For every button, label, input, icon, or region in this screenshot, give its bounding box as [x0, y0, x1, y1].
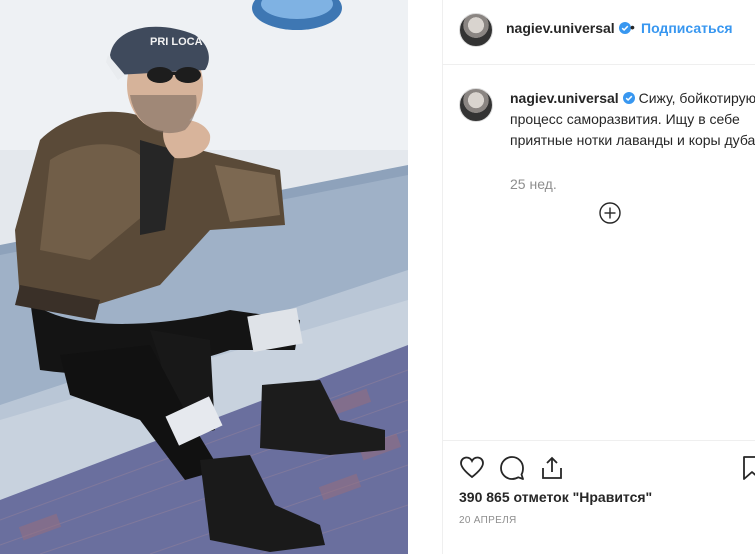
comment-icon[interactable]: [499, 455, 525, 481]
caption-author-avatar[interactable]: [459, 88, 493, 122]
verified-badge-icon: [618, 22, 631, 34]
bookmark-icon[interactable]: [739, 455, 755, 481]
verified-badge-icon: [622, 92, 635, 104]
post-side-panel: nagiev.universal • Подписаться nagiev.un…: [442, 0, 755, 554]
follow-button[interactable]: Подписаться: [641, 20, 733, 36]
post-actions: 390 865 отметок "Нравится" 20 АПРЕЛЯ: [443, 440, 755, 554]
caption-time-ago[interactable]: 25 нед.: [510, 176, 557, 192]
likes-count[interactable]: 390 865 отметок "Нравится": [459, 489, 652, 505]
cap-text: PRI LOCA: [150, 36, 203, 48]
share-icon[interactable]: [539, 455, 565, 481]
author-username[interactable]: nagiev.universal: [506, 20, 615, 36]
post-date[interactable]: 20 АПРЕЛЯ: [459, 515, 516, 526]
header-separator: •: [630, 19, 635, 35]
plus-circle-icon[interactable]: [599, 202, 621, 224]
heart-icon[interactable]: [459, 455, 485, 481]
author-username-row[interactable]: nagiev.universal: [506, 20, 631, 36]
post-photo[interactable]: PRI LOCA: [0, 0, 408, 554]
post-header: nagiev.universal • Подписаться: [443, 0, 755, 65]
instagram-post-view: PRI LOCA nagiev.universal • Подписаться …: [0, 0, 755, 554]
caption-text-block: nagiev.universal Сижу, бойкотирую процес…: [510, 88, 755, 151]
post-photo-illustration: PRI LOCA: [0, 0, 408, 554]
caption-username[interactable]: nagiev.universal: [510, 90, 619, 106]
author-avatar[interactable]: [459, 13, 493, 47]
